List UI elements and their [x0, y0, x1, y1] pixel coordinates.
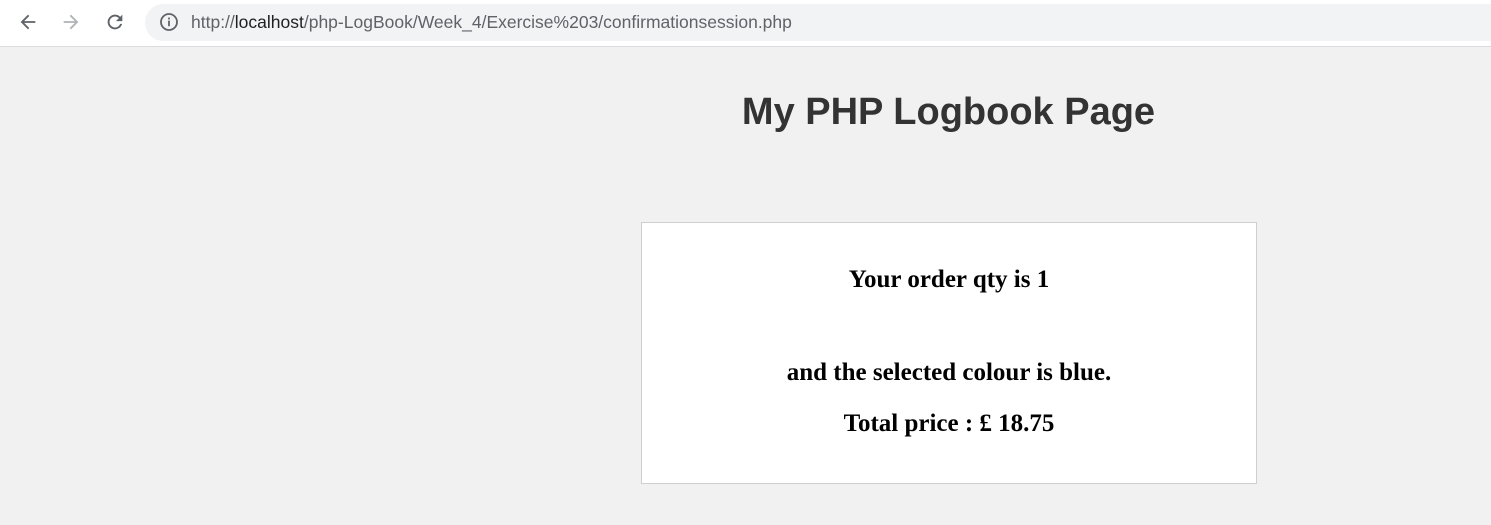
url-path: /php-LogBook/Week_4/Exercise%203/confirm…	[303, 12, 792, 32]
back-button[interactable]	[12, 6, 44, 38]
reload-button[interactable]	[99, 6, 131, 38]
order-qty-text: Your order qty is 1	[848, 266, 1050, 293]
arrow-right-icon	[63, 14, 79, 30]
order-confirmation-card: Your order qty is 1 and the selected col…	[641, 222, 1257, 484]
reload-icon	[107, 14, 123, 30]
order-colour-text: and the selected colour is blue.	[786, 359, 1112, 386]
page-title: My PHP Logbook Page	[741, 91, 1156, 133]
info-icon[interactable]	[159, 12, 179, 32]
browser-toolbar: http://localhost/php-LogBook/Week_4/Exer…	[0, 0, 1491, 47]
url-host: localhost	[234, 12, 304, 32]
forward-button[interactable]	[55, 6, 87, 38]
order-total-price-text: Total price : £ 18.75	[843, 410, 1055, 437]
address-bar[interactable]: http://localhost/php-LogBook/Week_4/Exer…	[145, 4, 1491, 41]
url-scheme: http://	[191, 12, 235, 32]
arrow-left-icon	[20, 14, 36, 30]
url-text[interactable]: http://localhost/php-LogBook/Week_4/Exer…	[191, 12, 792, 32]
